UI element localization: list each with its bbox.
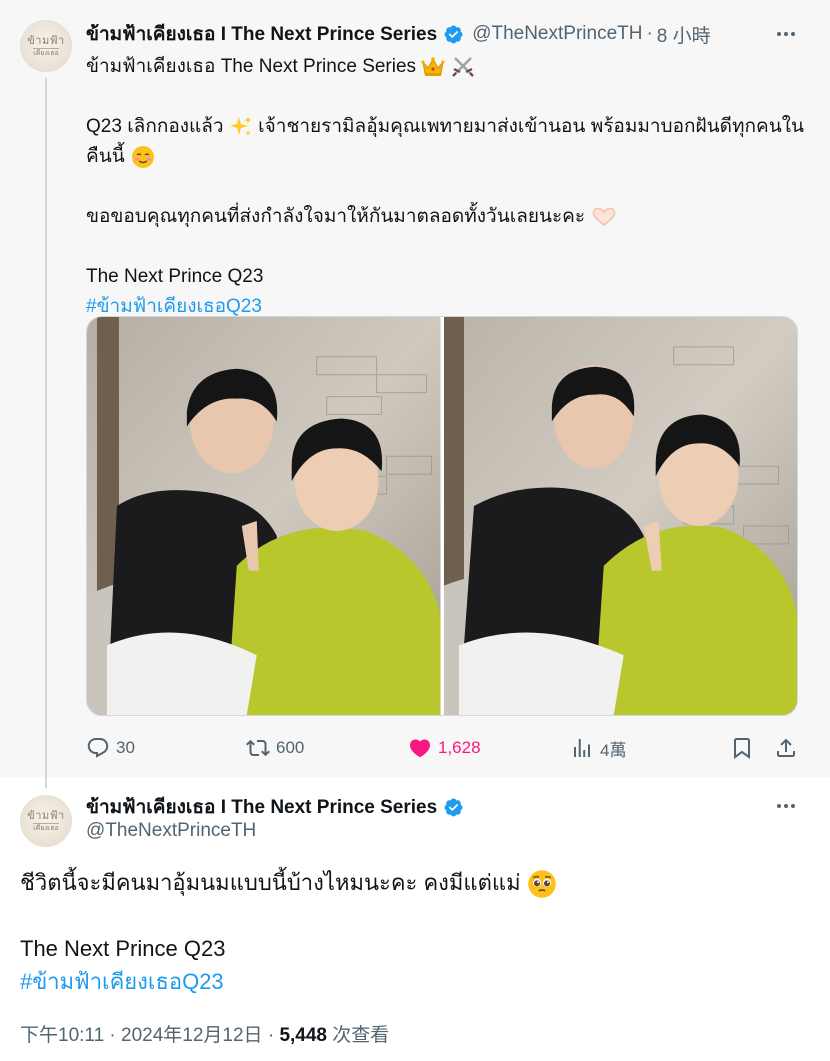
avatar-logo-subtext: เคียงเธอ: [33, 823, 59, 832]
like-count: 1,628: [438, 738, 481, 757]
retweet-icon: [246, 739, 270, 757]
reply-icon: [87, 738, 109, 758]
tweet-line: Q23 เลิกกองแล้ว: [86, 116, 224, 137]
avatar-logo-text: ข้ามฟ้า: [27, 809, 65, 822]
hashtag-link[interactable]: #ข้ามฟ้าเคียงเธอQ23: [86, 296, 262, 317]
display-name[interactable]: ข้ามฟ้าเคียงเธอ I The Next Prince Series: [86, 19, 437, 49]
thread-page: ข้ามฟ้า เคียงเธอ ข้ามฟ้าเคียงเธอ I The N…: [0, 0, 830, 1061]
avatar-logo-text: ข้ามฟ้า: [27, 34, 65, 47]
tweet-line: ข้ามฟ้าเคียงเธอ The Next Prince Series: [86, 56, 417, 77]
separator-dot: ·: [646, 23, 653, 44]
avatar-logo-subtext: เคียงเธอ: [33, 48, 59, 57]
pleading-face-emoji: [527, 870, 556, 898]
avatar[interactable]: ข้ามฟ้า เคียงเธอ: [20, 795, 72, 847]
views-icon: [574, 739, 590, 757]
thread-connector-line: [45, 78, 47, 788]
tweet-line: ชีวิตนี้จะมีคนมาอุ้มนมแบบนี้บ้างไหมนะคะ …: [20, 870, 521, 895]
verified-badge-icon: [444, 25, 463, 43]
heart-hands-emoji: [593, 207, 616, 226]
display-name[interactable]: ข้ามฟ้าเคียงเธอ I The Next Prince Series: [86, 792, 437, 822]
handle[interactable]: @TheNextPrinceTH: [86, 820, 256, 842]
parent-tweet[interactable]: ข้ามฟ้า เคียงเธอ ข้ามฟ้าเคียงเธอ I The N…: [0, 0, 830, 788]
swords-emoji: [451, 57, 474, 77]
reply-button[interactable]: 30: [86, 732, 135, 764]
bookmark-icon: [734, 738, 750, 759]
tweet-line: The Next Prince Q23: [20, 936, 226, 962]
tweet-text: ชีวิตนี้จะมีคนมาอุ้มนมแบบนี้บ้างไหมนะคะ …: [20, 866, 810, 998]
tweet-text: ข้ามฟ้าเคียงเธอ The Next Prince Series Q…: [86, 52, 806, 322]
timestamp[interactable]: 8 小時: [657, 21, 711, 48]
view-count-label: 次查看: [332, 1025, 390, 1046]
reply-count: 30: [116, 738, 135, 757]
share-icon: [777, 738, 795, 757]
tweet-header: ข้ามฟ้าเคียงเธอ I The Next Prince Series: [86, 793, 464, 821]
tweet-line: The Next Prince Q23: [86, 266, 264, 287]
verified-badge-icon: [444, 798, 463, 816]
view-count: 5,448: [279, 1025, 327, 1046]
like-icon: [409, 739, 431, 758]
tweet-header: ข้ามฟ้าเคียงเธอ I The Next Prince Series…: [86, 20, 711, 48]
tweet-actions: 30 600 1,628 4萬: [86, 732, 802, 764]
avatar[interactable]: ข้ามฟ้า เคียงเธอ: [20, 20, 72, 72]
crown-emoji: [421, 57, 445, 76]
retweet-button[interactable]: 600: [246, 732, 304, 764]
views-count: 4萬: [600, 740, 627, 760]
smiling-face-emoji: [131, 145, 154, 168]
media-grid: [86, 316, 798, 716]
tweet-metadata: 下午10:11 · 2024年12月12日 · 5,448 次查看: [20, 1020, 389, 1047]
post-timestamp[interactable]: 下午10:11 · 2024年12月12日: [20, 1025, 263, 1046]
bookmark-button[interactable]: [730, 732, 754, 764]
photo-left[interactable]: [87, 317, 441, 715]
separator-dot: ·: [267, 1025, 275, 1046]
like-button[interactable]: 1,628: [408, 732, 481, 764]
sparkles-emoji: [229, 115, 252, 136]
retweet-count: 600: [276, 738, 305, 757]
more-icon[interactable]: [774, 22, 798, 46]
hashtag-link[interactable]: #ข้ามฟ้าเคียงเธอQ23: [20, 969, 224, 994]
handle[interactable]: @TheNextPrinceTH: [472, 23, 642, 45]
more-icon[interactable]: [774, 794, 798, 818]
photo-right[interactable]: [443, 317, 797, 715]
share-button[interactable]: [774, 732, 798, 764]
tweet-line: ขอขอบคุณทุกคนที่ส่งกำลังใจมาให้กันมาตลอด…: [86, 206, 586, 227]
views-button[interactable]: 4萬: [570, 732, 626, 764]
